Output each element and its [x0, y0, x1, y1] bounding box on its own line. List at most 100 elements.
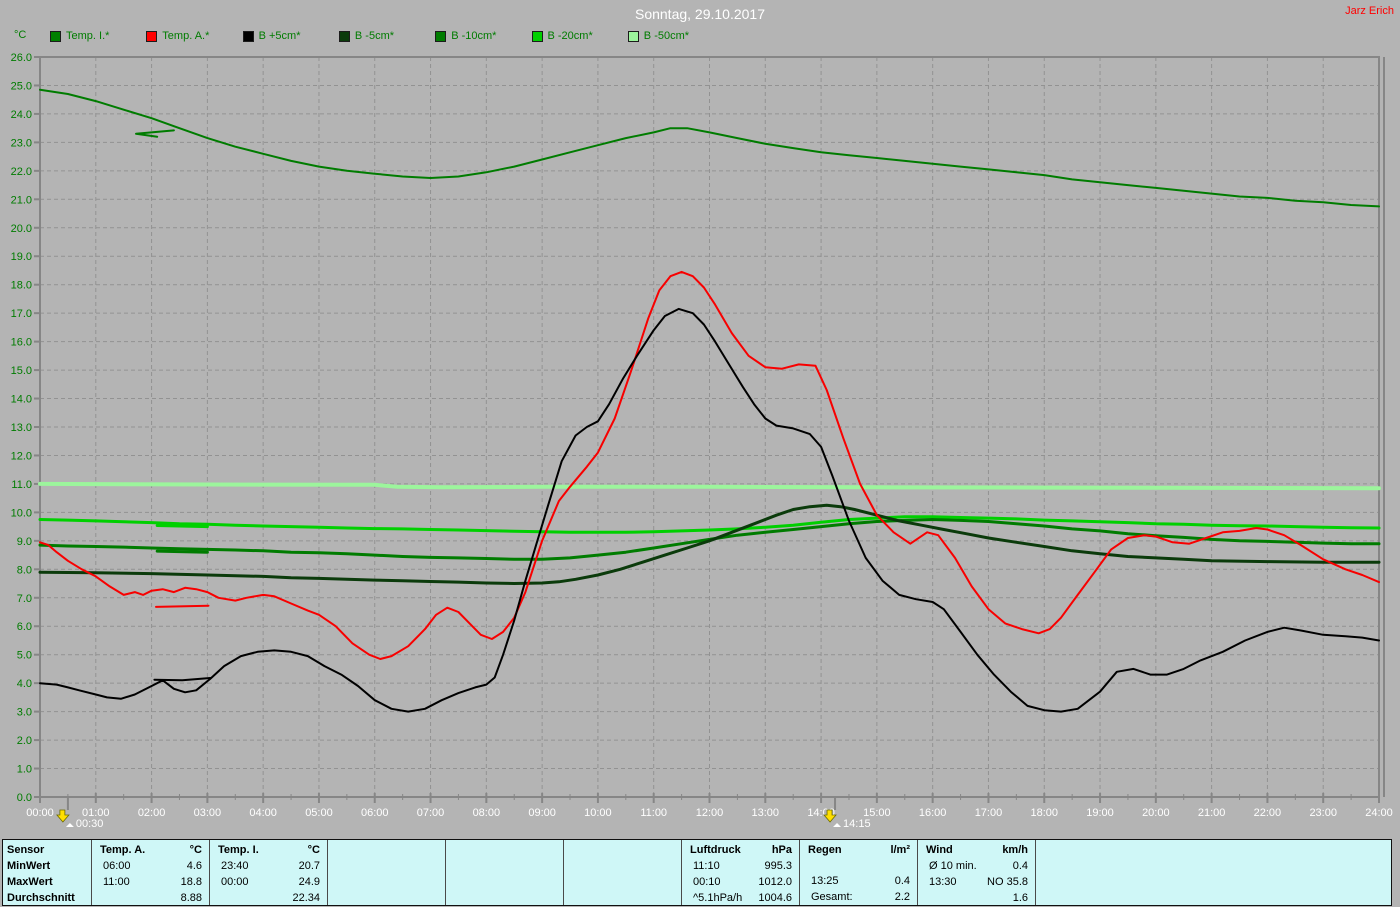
time-marker-icon-accent — [833, 823, 842, 827]
stats-cell-row: 06:00 4.6 — [103, 860, 202, 872]
stats-cell-row: 13:25 0.4 — [811, 875, 910, 887]
y-axis-label: 20.0 — [11, 223, 32, 235]
legend-swatch-icon — [146, 30, 158, 42]
time-marker-label: 14:15 — [843, 818, 871, 830]
x-axis-label: 02:00 — [138, 807, 166, 819]
dst-artifact-b-10cm — [155, 549, 209, 554]
stats-cell-row — [564, 889, 681, 905]
author-label: Jarz Erich — [1345, 5, 1394, 17]
y-axis-label: 13.0 — [11, 422, 32, 434]
legend-item-label: B -20cm* — [547, 30, 593, 42]
stats-group-empty-3 — [446, 840, 564, 905]
x-axis-label: 21:00 — [1198, 807, 1226, 819]
stats-group-header: Regen l/m² — [808, 844, 910, 856]
stats-row-header-min: MinWert — [7, 860, 51, 872]
time-marker-label: 00:30 — [76, 818, 104, 830]
stats-cell-row: ^5.1hPa/h 1004.6 — [693, 892, 792, 904]
y-axis-label: 16.0 — [11, 337, 32, 349]
y-axis-label: 9.0 — [17, 536, 32, 548]
legend-swatch-icon — [338, 30, 350, 42]
stats-group-header: Wind km/h — [926, 844, 1028, 856]
x-axis-label: 11:00 — [640, 807, 667, 819]
stats-cell-row: 8.88 — [180, 892, 202, 904]
x-axis-label: 22:00 — [1254, 807, 1282, 819]
stats-cell-row — [446, 889, 563, 905]
stats-cell-row — [446, 858, 563, 874]
stats-cell-row: 23:40 20.7 — [221, 860, 320, 872]
legend-item-label: B -50cm* — [643, 30, 690, 42]
stats-group-empty-2 — [328, 840, 446, 905]
stats-cell-row — [564, 874, 681, 890]
x-axis-label: 09:00 — [528, 807, 556, 819]
stats-cell-row — [800, 858, 917, 873]
stats-cell-row — [446, 874, 563, 890]
stats-row-header-avg: Durchschnitt — [7, 892, 75, 904]
y-axis-label: 4.0 — [17, 678, 32, 690]
legend-swatch-icon — [531, 30, 543, 42]
y-axis-label: 23.0 — [11, 137, 32, 149]
x-axis-label: 06:00 — [361, 807, 389, 819]
time-marker-icon — [56, 809, 70, 823]
stats-group-header — [446, 842, 563, 858]
y-axis-label: 10.0 — [11, 507, 32, 519]
stats-group-luftdruck: Luftdruck hPa 11:10 995.3 00:10 1012.0 ^5.1hPa… — [682, 840, 800, 905]
legend-item-b-50cm[interactable]: B -50cm* — [627, 30, 690, 42]
stats-row-header-sensor: Sensor — [7, 844, 45, 856]
x-axis-label: 17:00 — [975, 807, 1003, 819]
stats-panel: Sensor MinWert MaxWert Durchschnitt Temp… — [2, 839, 1392, 906]
dst-artifact-tempa — [155, 604, 210, 608]
legend-item-b-20cm[interactable]: B -20cm* — [531, 30, 593, 42]
y-axis-label: 25.0 — [11, 80, 32, 92]
stats-cell-row: 13:30 NO 35.8 — [929, 876, 1028, 888]
x-axis-label: 23:00 — [1309, 807, 1337, 819]
legend-swatch-icon — [242, 30, 254, 42]
stats-group-tempi: Temp. I. °C 23:40 20.7 00:00 24.9 22.34 — [210, 840, 328, 905]
x-axis-label: 05:00 — [305, 807, 333, 819]
stats-cell-row: Ø 10 min. 0.4 — [929, 860, 1028, 872]
legend-item-b+5cm[interactable]: B +5cm* — [242, 30, 300, 42]
y-axis-label: 22.0 — [11, 166, 32, 178]
legend-item-label: B -10cm* — [451, 30, 497, 42]
x-axis-label: 08:00 — [473, 807, 501, 819]
stats-group-regen: Regen l/m² 13:25 0.4 Gesamt: 2.2 — [800, 840, 918, 905]
y-axis-label: 18.0 — [11, 280, 32, 292]
chart-plot-area[interactable]: 0.0 1.0 2.0 3.0 4.0 5.0 6.0 7.0 8.0 9.0 10.0 11.0 12… — [0, 0, 1400, 838]
stats-group-header: Temp. A. °C — [100, 844, 202, 856]
legend-item-b-5cm[interactable]: B -5cm* — [338, 30, 395, 42]
time-marker-icon-accent — [65, 823, 74, 827]
y-axis-label: 21.0 — [11, 194, 32, 206]
x-axis-label: 12:00 — [696, 807, 724, 819]
legend: Temp. I.* Temp. A.* B +5cm* B -5cm* B -10cm*… — [0, 30, 1400, 44]
y-axis-label: 24.0 — [11, 109, 32, 121]
legend-item-b-10cm[interactable]: B -10cm* — [435, 30, 496, 42]
y-axis-label: 26.0 — [11, 52, 32, 64]
y-axis-label: 17.0 — [11, 308, 32, 320]
y-axis-label: 11.0 — [11, 479, 32, 491]
y-axis-label: 15.0 — [11, 365, 32, 377]
legend-item-label: Temp. I.* — [66, 30, 110, 42]
y-axis-label: 8.0 — [17, 564, 32, 576]
dst-artifact-b-20cm — [155, 524, 209, 529]
x-axis-label: 13:00 — [752, 807, 780, 819]
stats-group-tempa: Temp. A. °C 06:00 4.6 11:00 18.8 8.88 — [92, 840, 210, 905]
legend-item-label: B -5cm* — [354, 30, 395, 42]
legend-swatch-icon — [435, 30, 447, 42]
plot-background[interactable] — [40, 57, 1379, 797]
legend-item-tempa[interactable]: Temp. A.* — [146, 30, 209, 42]
legend-item-label: Temp. A.* — [162, 30, 210, 42]
x-axis-label: 10:00 — [584, 807, 612, 819]
stats-group-header: Luftdruck hPa — [690, 844, 792, 856]
stats-group-header: Temp. I. °C — [218, 844, 320, 856]
x-axis-label: 07:00 — [417, 807, 445, 819]
y-axis-label: 6.0 — [17, 621, 32, 633]
x-axis-label: 00:00 — [26, 807, 54, 819]
x-axis-label: 03:00 — [194, 807, 222, 819]
y-axis-label: 0.0 — [17, 792, 32, 804]
legend-item-tempi[interactable]: Temp. I.* — [50, 30, 109, 42]
x-axis-label: 19:00 — [1086, 807, 1114, 819]
x-axis-label: 24:00 — [1365, 807, 1393, 819]
x-axis-label: 16:00 — [919, 807, 947, 819]
y-axis-label: 5.0 — [17, 650, 32, 662]
stats-row-header-max: MaxWert — [7, 876, 53, 888]
stats-group-header — [328, 842, 445, 858]
